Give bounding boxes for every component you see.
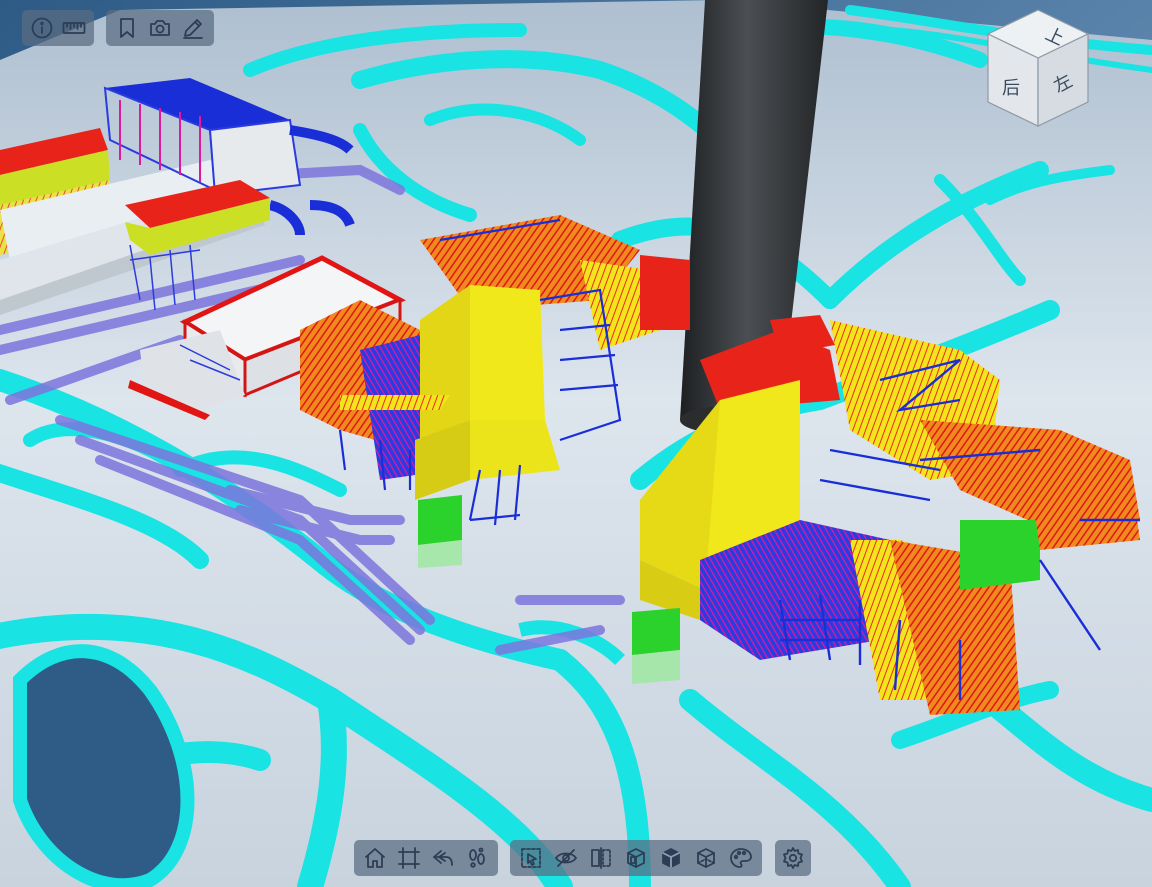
appearance-button[interactable] — [725, 843, 756, 873]
3d-model-viewport[interactable] — [0, 0, 1152, 887]
ruler-icon — [62, 22, 86, 34]
home-button[interactable] — [360, 843, 390, 873]
bookmark-button[interactable] — [112, 13, 141, 43]
toolbar-bookmark-capture-markup — [106, 10, 214, 46]
view-cube[interactable]: 上 后 左 — [984, 8, 1092, 130]
markup-button[interactable] — [179, 13, 208, 43]
return-arrow-icon — [433, 850, 453, 866]
measure-button[interactable] — [60, 13, 88, 43]
gear-icon — [783, 847, 803, 869]
home-icon — [365, 848, 385, 868]
frame-select-icon — [398, 847, 420, 869]
bookmark-icon — [119, 18, 134, 38]
section-plane-icon — [591, 847, 612, 869]
fit-view-button[interactable] — [394, 843, 424, 873]
footprints-icon — [469, 847, 485, 868]
palette-icon — [729, 848, 752, 868]
explode-button[interactable] — [690, 843, 721, 873]
eye-slash-icon — [555, 849, 578, 867]
camera-icon — [150, 20, 170, 36]
section-box-button[interactable] — [621, 843, 652, 873]
screenshot-button[interactable] — [145, 13, 174, 43]
toolbar-view-tools — [510, 840, 762, 876]
walk-mode-button[interactable] — [462, 843, 492, 873]
box-select-icon — [521, 848, 542, 868]
pencil-icon — [183, 19, 204, 39]
view-cube-front-label: 后 — [1002, 78, 1020, 99]
toolbar-info-measure — [22, 10, 94, 46]
hide-button[interactable] — [551, 843, 582, 873]
settings-button[interactable] — [777, 843, 809, 873]
section-box-icon — [627, 848, 645, 868]
toolbar-navigation — [354, 840, 498, 876]
toolbar-settings — [775, 840, 811, 876]
info-icon — [31, 17, 53, 39]
select-button[interactable] — [516, 843, 547, 873]
undo-view-button[interactable] — [428, 843, 458, 873]
plant-model-scene[interactable] — [0, 0, 1152, 887]
solid-cube-icon — [661, 848, 680, 868]
info-button[interactable] — [28, 13, 56, 43]
wire-cube-icon — [696, 848, 715, 868]
section-button[interactable] — [586, 843, 617, 873]
isolate-button[interactable] — [655, 843, 686, 873]
